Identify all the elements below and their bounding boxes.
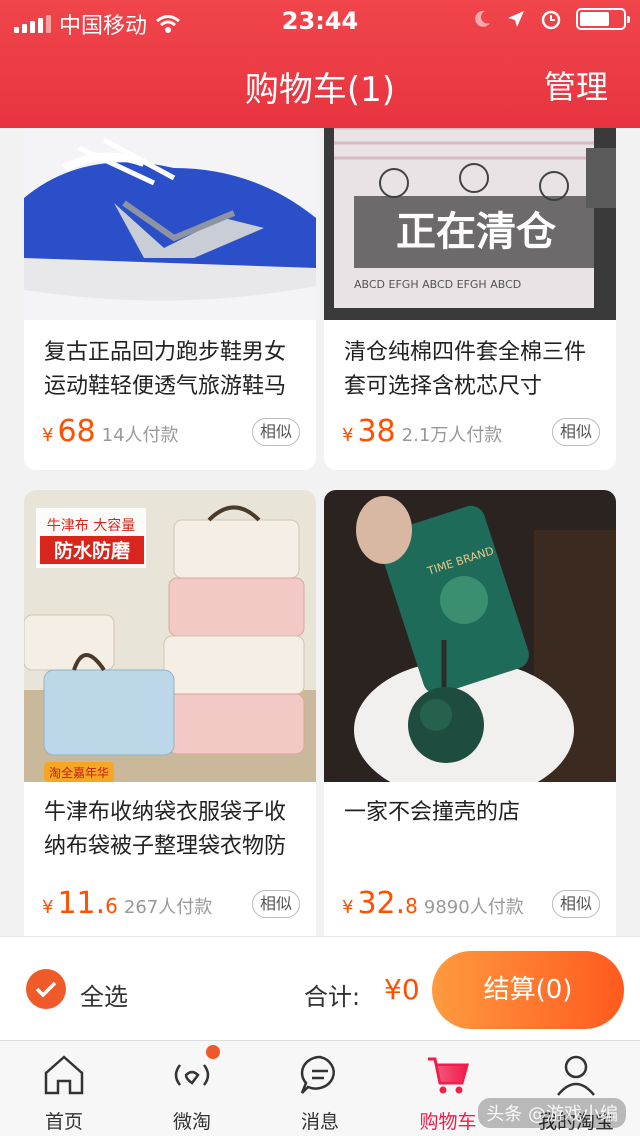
- product-image-phone-case: TIME BRAND: [324, 490, 616, 782]
- product-card[interactable]: 正在清仓 ABCD EFGH ABCD EFGH ABCD 清仓纯棉四件套全棉三…: [324, 128, 616, 470]
- product-card[interactable]: 复古正品回力跑步鞋男女运动鞋轻便透气旅游鞋马 ¥68 14人付款 相似: [24, 128, 316, 470]
- battery-icon: [576, 8, 630, 30]
- status-bar: 中国移动 23:44: [0, 0, 640, 42]
- product-price: ¥38 2.1万人付款: [342, 414, 503, 449]
- product-card[interactable]: 牛津布 大容量 防水防磨 淘全嘉年华 牛津布收纳袋衣服袋子收纳布袋被子整理袋衣物…: [24, 490, 316, 936]
- select-all-label[interactable]: 全选: [80, 977, 128, 1012]
- clearance-overlay-text: 正在清仓: [396, 209, 557, 255]
- weitao-icon: [174, 1064, 210, 1086]
- checkmark-icon: [35, 981, 57, 998]
- notification-dot: [206, 1045, 220, 1059]
- similar-button[interactable]: 相似: [252, 418, 300, 446]
- message-icon: [300, 1055, 335, 1094]
- product-name: 清仓纯棉四件套全棉三件套可选择含枕芯尺寸: [344, 340, 587, 399]
- checkout-bar: 全选 合计: ¥0 结算(0): [0, 936, 640, 1040]
- cart-icon: [428, 1057, 469, 1094]
- total-value: ¥0: [384, 973, 420, 1006]
- similar-button[interactable]: 相似: [252, 890, 300, 918]
- tab-weitao[interactable]: 微淘: [128, 1041, 256, 1136]
- product-price: ¥68 14人付款: [42, 414, 179, 449]
- location-icon: [508, 11, 524, 27]
- tab-label: 首页: [44, 1111, 83, 1133]
- tab-messages[interactable]: 消息: [256, 1041, 384, 1136]
- bag-feature-badge-main: 防水防磨: [54, 539, 130, 562]
- tab-label: 微淘: [172, 1111, 211, 1133]
- tab-label: 消息: [300, 1111, 339, 1133]
- app-header: 中国移动 23:44 购物车(1) 管理: [0, 0, 640, 128]
- manage-button[interactable]: 管理: [544, 62, 608, 108]
- recommend-grid: 复古正品回力跑步鞋男女运动鞋轻便透气旅游鞋马 ¥68 14人付款 相似 正在清仓 …: [0, 128, 640, 936]
- product-name: 牛津布收纳袋衣服袋子收纳布袋被子整理袋衣物防: [44, 800, 287, 859]
- product-price: ¥11. 6 267人付款: [42, 886, 213, 921]
- similar-button[interactable]: 相似: [552, 418, 600, 446]
- home-icon: [44, 1055, 84, 1095]
- product-name: 一家不会撞壳的店: [344, 800, 521, 825]
- watermark: 头条 @游戏小编: [478, 1098, 626, 1128]
- product-image-sneaker: [24, 128, 316, 320]
- product-price: ¥32. 8 9890人付款: [342, 886, 524, 921]
- product-card[interactable]: TIME BRAND 一家不会撞壳的店 ¥32. 8 9890人付款 相似: [324, 490, 616, 936]
- select-all-checkbox[interactable]: [26, 969, 66, 1009]
- profile-icon: [557, 1055, 595, 1096]
- total-label: 合计:: [304, 983, 361, 1011]
- product-image-bedding: 正在清仓 ABCD EFGH ABCD EFGH ABCD: [324, 128, 616, 320]
- moon-icon: [475, 10, 490, 27]
- svg-text:ABCD EFGH ABCD EFGH ABCD: ABCD EFGH ABCD EFGH ABCD: [354, 278, 521, 291]
- tab-home[interactable]: 首页: [0, 1041, 128, 1136]
- product-name: 复古正品回力跑步鞋男女运动鞋轻便透气旅游鞋马: [44, 340, 287, 399]
- similar-button[interactable]: 相似: [552, 890, 600, 918]
- checkout-button[interactable]: 结算(0): [432, 951, 624, 1029]
- carnival-badge: 淘全嘉年华: [49, 765, 109, 780]
- bag-feature-badge-top: 牛津布 大容量: [47, 517, 135, 534]
- alarm-icon: [541, 10, 561, 30]
- product-image-storage-bags: 牛津布 大容量 防水防磨 淘全嘉年华: [24, 490, 316, 782]
